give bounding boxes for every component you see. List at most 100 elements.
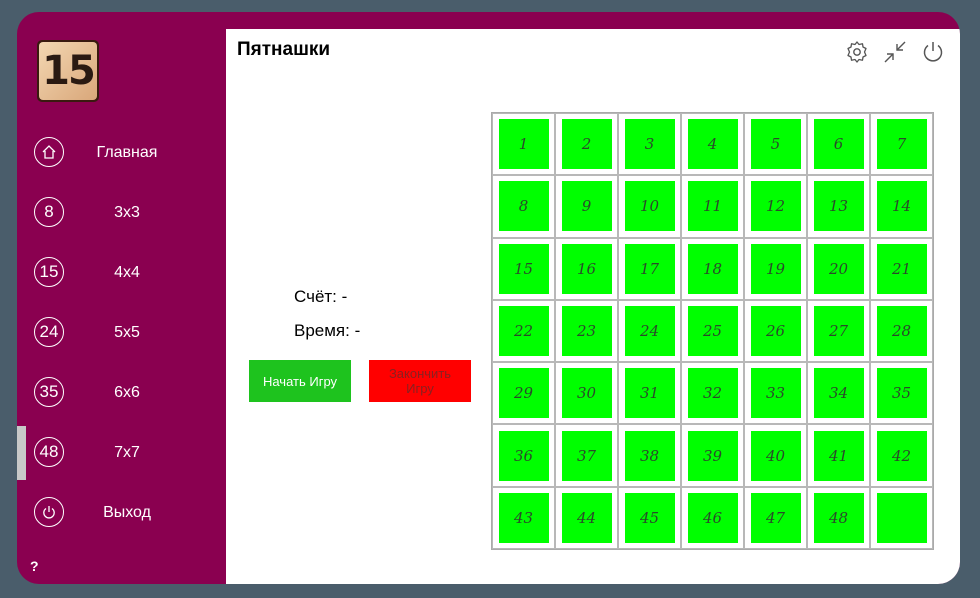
board-cell: 41 (807, 424, 870, 487)
sidebar-item-label: Выход (103, 504, 151, 521)
board-cell: 18 (681, 237, 744, 300)
size-6-icon: 35 (34, 377, 64, 407)
board-tile[interactable]: 11 (687, 181, 738, 232)
board-cell: 38 (618, 424, 681, 487)
board-tile[interactable]: 1 (498, 119, 549, 170)
board-cell: 36 (492, 424, 555, 487)
board-cell: 37 (555, 424, 618, 487)
board-cell: 5 (744, 113, 807, 176)
board-cell: 15 (492, 237, 555, 300)
board-tile[interactable]: 18 (687, 243, 738, 294)
app-logo: 15 (37, 40, 99, 102)
board-tile[interactable]: 30 (561, 368, 612, 419)
board-tile[interactable]: 31 (624, 368, 675, 419)
board-tile[interactable]: 16 (561, 243, 612, 294)
board-tile[interactable]: 38 (624, 430, 675, 481)
size-3-icon: 8 (34, 197, 64, 227)
board-tile[interactable]: 40 (750, 430, 801, 481)
board-cell: 39 (681, 424, 744, 487)
board-cell: 1 (492, 113, 555, 176)
board-cell: 34 (807, 362, 870, 425)
board-tile[interactable]: 19 (750, 243, 801, 294)
board-tile[interactable]: 5 (750, 119, 801, 170)
board-tile[interactable]: 33 (750, 368, 801, 419)
board-tile[interactable]: 22 (498, 305, 549, 356)
score-label: Счёт: - (294, 287, 348, 306)
board-tile[interactable]: 32 (687, 368, 738, 419)
board-tile[interactable]: 13 (813, 181, 864, 232)
board-tile[interactable]: 34 (813, 368, 864, 419)
board-tile[interactable]: 12 (750, 181, 801, 232)
board-cell: 27 (807, 299, 870, 363)
board-tile[interactable]: 21 (876, 243, 927, 294)
board-tile[interactable]: 25 (687, 305, 738, 356)
board-tile[interactable]: 17 (624, 243, 675, 294)
board-tile[interactable]: 36 (498, 430, 549, 481)
board-cell: 31 (618, 362, 681, 425)
sidebar-item-label: 7x7 (114, 444, 140, 461)
board-tile[interactable]: 3 (624, 119, 675, 170)
game-board: 1 2 3 4 5 6 7 8 9 10 11 12 13 14 15 16 17 18 19 20 21 22 23 24 2… (491, 112, 934, 550)
board-cell: 7 (870, 113, 933, 176)
sidebar-item-exit[interactable]: Выход (17, 486, 226, 540)
sidebar-item-3x3[interactable]: 8 3x3 (17, 186, 226, 240)
help-button[interactable]: ? (30, 558, 39, 574)
size-7-icon: 48 (34, 437, 64, 467)
board-cell: 20 (807, 237, 870, 300)
board-tile[interactable]: 14 (876, 181, 927, 232)
gear-icon[interactable] (844, 39, 870, 65)
board-tile[interactable]: 8 (498, 181, 549, 232)
board-cell: 48 (807, 486, 870, 549)
board-cell: 8 (492, 175, 555, 238)
board-cell: 42 (870, 424, 933, 487)
board-tile[interactable]: 39 (687, 430, 738, 481)
board-tile[interactable]: 2 (561, 119, 612, 170)
board-cell: 19 (744, 237, 807, 300)
minimize-icon[interactable] (882, 39, 908, 65)
board-tile[interactable]: 37 (561, 430, 612, 481)
board-tile[interactable]: 9 (561, 181, 612, 232)
board-tile[interactable]: 47 (750, 492, 801, 543)
board-tile[interactable]: 29 (498, 368, 549, 419)
power-icon[interactable] (920, 39, 946, 65)
board-tile[interactable]: 43 (498, 492, 549, 543)
board-cell: 44 (555, 486, 618, 549)
board-cell: 11 (681, 175, 744, 238)
board-tile[interactable]: 20 (813, 243, 864, 294)
sidebar-item-5x5[interactable]: 24 5x5 (17, 306, 226, 360)
board-tile[interactable] (876, 492, 927, 543)
board-tile[interactable]: 42 (876, 430, 927, 481)
board-tile[interactable]: 7 (876, 119, 927, 170)
board-cell: 35 (870, 362, 933, 425)
board-cell: 10 (618, 175, 681, 238)
board-tile[interactable]: 27 (813, 305, 864, 356)
end-game-button[interactable]: Закончить Игру (369, 360, 471, 402)
board-tile[interactable]: 28 (876, 305, 927, 356)
board-tile[interactable]: 46 (687, 492, 738, 543)
time-label: Время: - (294, 321, 361, 340)
board-tile[interactable]: 15 (498, 243, 549, 294)
board-tile[interactable]: 44 (561, 492, 612, 543)
power-icon (34, 497, 64, 527)
sidebar-item-6x6[interactable]: 35 6x6 (17, 366, 226, 420)
sidebar-item-home[interactable]: Главная (17, 126, 226, 180)
board-tile[interactable]: 6 (813, 119, 864, 170)
sidebar-item-7x7[interactable]: 48 7x7 (17, 426, 226, 480)
sidebar-item-4x4[interactable]: 15 4x4 (17, 246, 226, 300)
board-tile[interactable]: 48 (813, 492, 864, 543)
board-tile[interactable]: 45 (624, 492, 675, 543)
board-cell (870, 486, 933, 549)
board-cell: 33 (744, 362, 807, 425)
board-tile[interactable]: 26 (750, 305, 801, 356)
board-tile[interactable]: 4 (687, 119, 738, 170)
start-game-button[interactable]: Начать Игру (249, 360, 351, 402)
board-tile[interactable]: 23 (561, 305, 612, 356)
board-tile[interactable]: 24 (624, 305, 675, 356)
board-tile[interactable]: 10 (624, 181, 675, 232)
board-tile[interactable]: 41 (813, 430, 864, 481)
board-cell: 28 (870, 299, 933, 363)
logo-text: 15 (39, 42, 97, 100)
board-tile[interactable]: 35 (876, 368, 927, 419)
board-cell: 32 (681, 362, 744, 425)
board-cell: 16 (555, 237, 618, 300)
